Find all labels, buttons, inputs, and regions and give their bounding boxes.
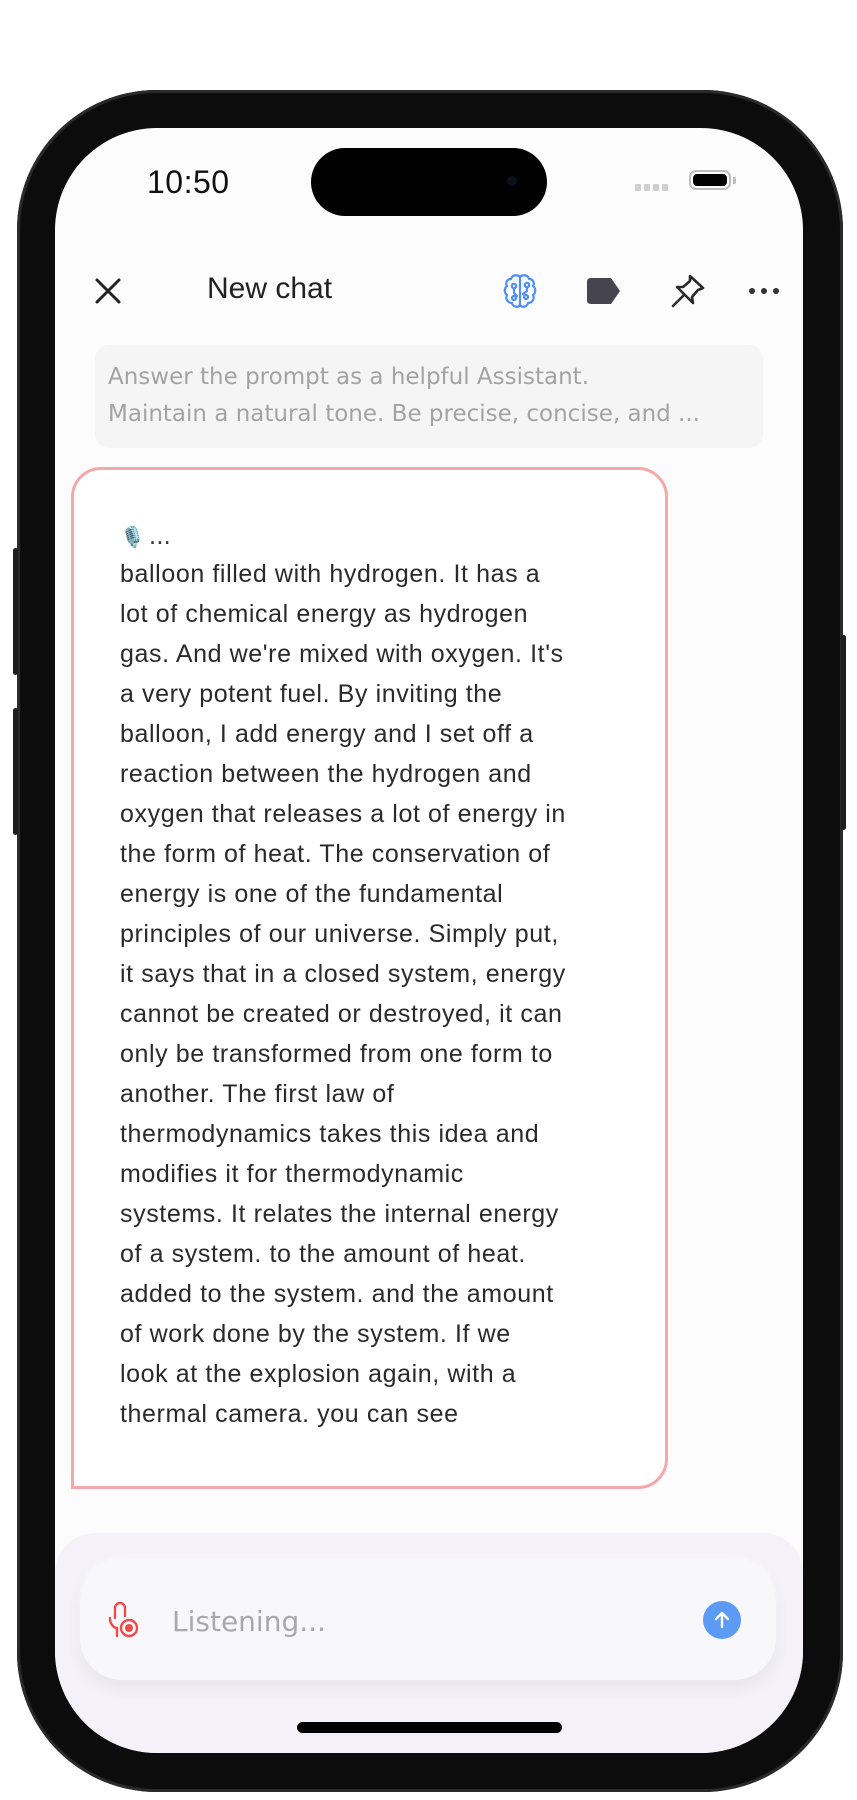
message-line: added to the system. and the amount bbox=[120, 1280, 554, 1308]
close-icon bbox=[95, 278, 121, 304]
message-line: thermal camera. you can see bbox=[120, 1400, 459, 1428]
tag-button[interactable] bbox=[582, 270, 624, 312]
message-line: reaction between the hydrogen and bbox=[120, 760, 532, 788]
studio-microphone-icon: 🎙️ bbox=[120, 525, 145, 549]
message-line: gas. And we're mixed with oxygen. It's bbox=[120, 640, 564, 668]
dynamic-island bbox=[311, 148, 547, 216]
volume-down-button bbox=[13, 708, 18, 835]
close-button[interactable] bbox=[91, 274, 125, 308]
message-line: another. The first law of bbox=[120, 1080, 395, 1108]
battery-tip bbox=[733, 177, 736, 184]
system-prompt-line: Maintain a natural tone. Be precise, con… bbox=[108, 401, 700, 427]
message-line: principles of our universe. Simply put, bbox=[120, 920, 559, 948]
home-indicator[interactable] bbox=[297, 1722, 562, 1733]
chat-title: New chat bbox=[207, 272, 333, 305]
pin-button[interactable] bbox=[667, 270, 709, 312]
arrow-up-icon bbox=[714, 1611, 730, 1629]
brain-icon bbox=[503, 274, 537, 308]
message-line: systems. It relates the internal energy bbox=[120, 1200, 559, 1228]
send-button[interactable] bbox=[703, 1601, 741, 1639]
message-line: cannot be created or destroyed, it can bbox=[120, 1000, 563, 1028]
message-header: 🎙️ ... bbox=[120, 522, 635, 552]
system-prompt[interactable]: Answer the prompt as a helpful Assistant… bbox=[95, 345, 763, 448]
volume-up-button bbox=[13, 548, 18, 675]
message-line: energy is one of the fundamental bbox=[120, 880, 504, 908]
message-line: of a system. to the amount of heat. bbox=[120, 1240, 526, 1268]
microphone-recording-icon bbox=[108, 1601, 139, 1638]
composer-bar bbox=[80, 1560, 776, 1680]
message-line: look at the explosion again, with a bbox=[120, 1360, 517, 1388]
message-text: balloon filled with hydrogen. It has a l… bbox=[120, 554, 635, 1434]
message-line: only be transformed from one form to bbox=[120, 1040, 553, 1068]
message-line: of work done by the system. If we bbox=[120, 1320, 511, 1348]
signal-icon bbox=[635, 184, 668, 191]
message-line: a very potent fuel. By inviting the bbox=[120, 680, 503, 708]
power-button bbox=[841, 635, 846, 830]
message-input[interactable] bbox=[170, 1594, 694, 1648]
voice-record-button[interactable] bbox=[102, 1598, 146, 1642]
status-time: 10:50 bbox=[147, 164, 230, 200]
tag-icon bbox=[587, 278, 620, 304]
model-button[interactable] bbox=[499, 270, 541, 312]
message-line: modifies it for thermodynamic bbox=[120, 1160, 464, 1188]
more-icon bbox=[749, 288, 779, 294]
more-button[interactable] bbox=[743, 270, 785, 312]
message-line: oxygen that releases a lot of energy in bbox=[120, 800, 566, 828]
message-line: thermodynamics takes this idea and bbox=[120, 1120, 540, 1148]
battery-icon bbox=[689, 170, 731, 190]
app-screen: 10:50 New chat Answer the prompt as a he… bbox=[55, 128, 803, 1753]
system-prompt-line: Answer the prompt as a helpful Assistant… bbox=[108, 364, 590, 390]
message-ellipsis: ... bbox=[148, 524, 171, 550]
user-message-bubble: 🎙️ ... balloon filled with hydrogen. It … bbox=[71, 467, 668, 1489]
message-line: it says that in a closed system, energy bbox=[120, 960, 566, 988]
message-line: the form of heat. The conservation of bbox=[120, 840, 551, 868]
composer-area bbox=[55, 1533, 803, 1753]
message-line: balloon filled with hydrogen. It has a bbox=[120, 560, 541, 588]
message-line: lot of chemical energy as hydrogen bbox=[120, 600, 529, 628]
chat-header: New chat bbox=[55, 256, 803, 326]
message-line: balloon, I add energy and I set off a bbox=[120, 720, 534, 748]
pin-icon bbox=[671, 274, 705, 308]
camera-lens bbox=[507, 176, 517, 186]
